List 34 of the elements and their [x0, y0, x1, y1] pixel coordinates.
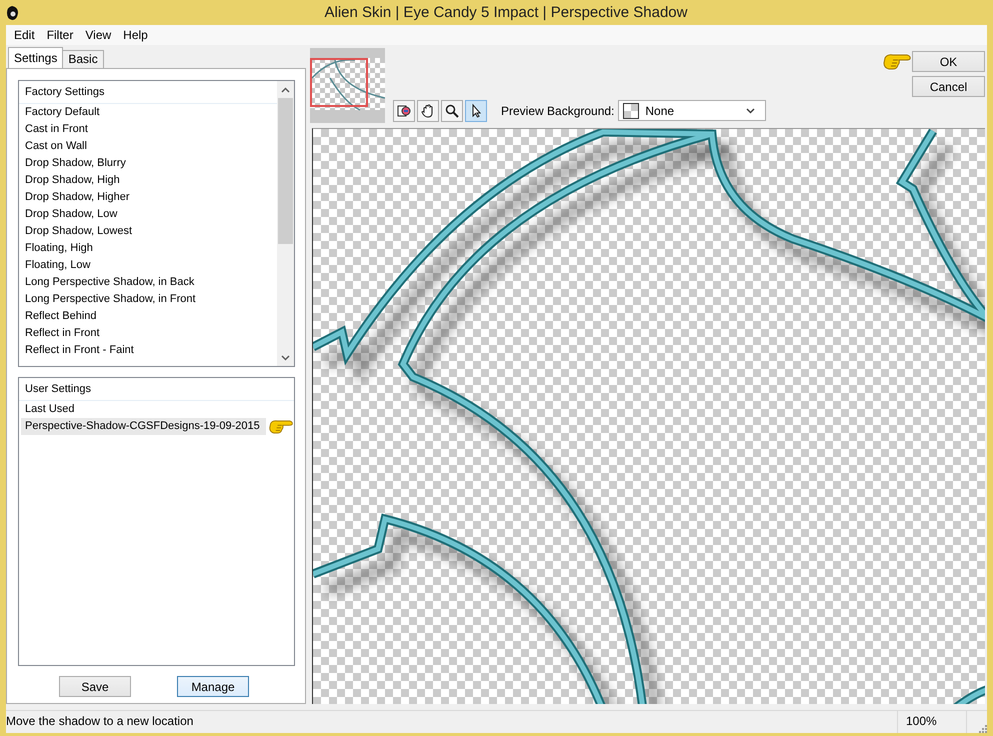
settings-list-item[interactable]: Drop Shadow, Higher — [19, 189, 277, 206]
settings-list-item[interactable]: Factory Default — [19, 104, 277, 121]
preview-background-dropdown[interactable]: None — [618, 100, 766, 121]
status-message: Move the shadow to a new location — [6, 713, 194, 730]
window-title: Alien Skin | Eye Candy 5 Impact | Perspective Shadow — [324, 4, 688, 21]
dialog-button[interactable]: Cancel — [912, 76, 985, 97]
list-header: User Settings — [19, 378, 294, 401]
settings-button[interactable]: Save — [59, 676, 131, 697]
settings-list-item[interactable]: Reflect in Front - Faint — [19, 342, 277, 359]
settings-list-item[interactable]: Drop Shadow, Blurry — [19, 155, 277, 172]
settings-list-item[interactable]: Drop Shadow, Low — [19, 206, 277, 223]
dialog-button[interactable]: OK — [912, 51, 985, 72]
settings-list-item[interactable]: Long Perspective Shadow, in Back — [19, 274, 277, 291]
settings-list-item[interactable]: Floating, High — [19, 240, 277, 257]
settings-list-item[interactable]: Last Used — [19, 401, 294, 418]
zoom-level: 100% — [897, 711, 966, 733]
menu-item[interactable]: Edit — [8, 25, 41, 45]
settings-list-item[interactable]: Long Perspective Shadow, in Front — [19, 291, 277, 308]
settings-list-item[interactable]: Floating, Low — [19, 257, 277, 274]
settings-list-item[interactable]: Reflect in Front — [19, 325, 277, 342]
settings-list-item[interactable]: Drop Shadow, High — [19, 172, 277, 189]
settings-list-item[interactable]: Cast on Wall — [19, 138, 277, 155]
list-header: Factory Settings — [19, 81, 277, 104]
tab[interactable]: Basic — [62, 50, 104, 68]
menu-item[interactable]: Filter — [40, 25, 80, 45]
settings-list-item[interactable]: Reflect Behind — [19, 308, 277, 325]
menu-item[interactable]: View — [79, 25, 118, 45]
settings-button[interactable]: Manage — [177, 676, 249, 697]
menu-item[interactable]: Help — [117, 25, 154, 45]
settings-list-item[interactable]: Drop Shadow, Lowest — [19, 223, 277, 240]
settings-list-item[interactable]: Cast in Front — [19, 121, 277, 138]
settings-list-item[interactable]: Perspective-Shadow-CGSFDesigns-19-09-2015 — [21, 418, 266, 435]
preview-background-label: Preview Background: — [501, 104, 614, 118]
tab[interactable]: Settings — [8, 47, 64, 68]
